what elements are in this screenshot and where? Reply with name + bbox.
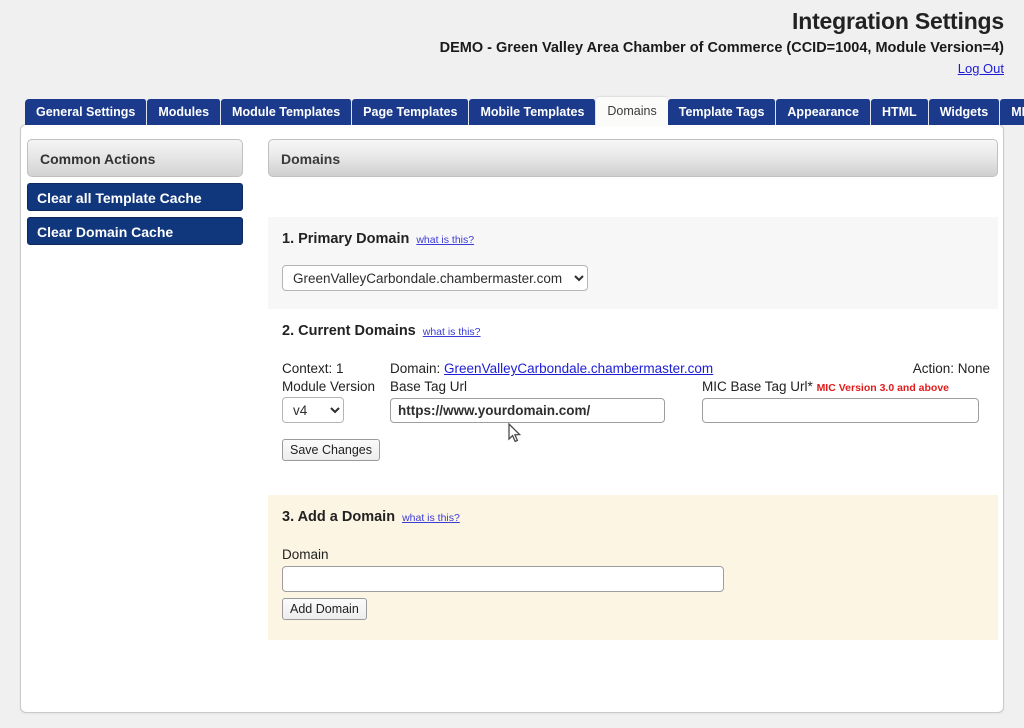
section2-title-row: 2. Current Domains what is this?: [276, 323, 990, 339]
tab-widgets[interactable]: Widgets: [928, 99, 1001, 125]
main-panel: Common Actions Clear all Template Cache C…: [20, 124, 1004, 713]
module-version-label: Module Version: [282, 379, 376, 394]
tab-template-tags[interactable]: Template Tags: [667, 99, 777, 125]
action-status-label: Action: None: [912, 361, 990, 376]
base-tag-url-field: [390, 397, 702, 423]
section3-title: 3. Add a Domain: [282, 509, 396, 525]
add-domain-input[interactable]: [282, 566, 724, 592]
domain-cell: Domain: GreenValleyCarbondale.chambermas…: [390, 361, 913, 376]
tab-mobile-templates[interactable]: Mobile Templates: [469, 99, 597, 125]
section-primary-domain: 1. Primary Domain what is this? GreenVal…: [268, 217, 998, 309]
section3-what-is-this-link[interactable]: what is this?: [402, 512, 460, 524]
page-title: Integration Settings: [792, 8, 1004, 34]
tab-html[interactable]: HTML: [870, 99, 929, 125]
section2-what-is-this-link[interactable]: what is this?: [423, 326, 481, 338]
current-domain-inputs-row: v4: [276, 397, 990, 423]
section-current-domains: 2. Current Domains what is this? Context…: [268, 309, 998, 479]
tab-appearance[interactable]: Appearance: [776, 99, 871, 125]
section1-field-row: GreenValleyCarbondale.chambermaster.com: [276, 247, 990, 291]
section1-title-row: 1. Primary Domain what is this?: [276, 231, 990, 247]
sidebar-header: Common Actions: [27, 139, 243, 177]
module-version-select[interactable]: v4: [282, 397, 344, 423]
content-panel-header: Domains: [268, 139, 998, 177]
primary-domain-select[interactable]: GreenValleyCarbondale.chambermaster.com: [282, 265, 588, 291]
section-add-domain: 3. Add a Domain what is this? Domain Add…: [268, 495, 998, 640]
tab-module-templates[interactable]: Module Templates: [221, 99, 353, 125]
sidebar-action-clear-all-template-cache[interactable]: Clear all Template Cache: [27, 183, 243, 211]
module-version-field: v4: [282, 397, 390, 423]
tab-domains[interactable]: Domains: [596, 97, 668, 126]
tab-modules[interactable]: Modules: [147, 99, 222, 125]
domain-link[interactable]: GreenValleyCarbondale.chambermaster.com: [444, 361, 713, 376]
add-domain-form: Domain Add Domain: [276, 547, 990, 620]
page-header: Integration Settings DEMO - Green Valley…: [0, 0, 1024, 78]
tab-general-settings[interactable]: General Settings: [25, 99, 148, 125]
add-domain-label: Domain: [282, 547, 329, 562]
mic-base-tag-url-input[interactable]: [702, 397, 979, 423]
section1-what-is-this-link[interactable]: what is this?: [416, 234, 474, 246]
page-subtitle: DEMO - Green Valley Area Chamber of Comm…: [439, 40, 1004, 56]
base-tag-url-label: Base Tag Url: [390, 379, 468, 394]
mic-version-note: MIC Version 3.0 and above: [816, 382, 950, 394]
sidebar-action-clear-domain-cache[interactable]: Clear Domain Cache: [27, 217, 243, 245]
section1-title: 1. Primary Domain: [282, 231, 410, 247]
current-domain-field-labels-row: Module Version Base Tag Url MIC Base Tag…: [276, 379, 990, 394]
section3-title-row: 3. Add a Domain what is this?: [276, 509, 990, 525]
content-column: Domains 1. Primary Domain what is this? …: [268, 139, 998, 640]
tab-page-templates[interactable]: Page Templates: [352, 99, 470, 125]
section2-title: 2. Current Domains: [282, 323, 416, 339]
current-domain-summary-row: Context: 1 Domain: GreenValleyCarbondale…: [276, 361, 990, 376]
sidebar-action-list: Clear all Template Cache Clear Domain Cac…: [27, 183, 243, 245]
context-label: Context: 1: [282, 361, 344, 376]
logout-row: Log Out: [0, 60, 1004, 78]
mic-base-tag-url-label-cell: MIC Base Tag Url* MIC Version 3.0 and ab…: [702, 379, 990, 394]
base-tag-url-input[interactable]: [390, 397, 665, 423]
domain-prefix-label: Domain:: [390, 361, 441, 376]
add-domain-button[interactable]: Add Domain: [282, 598, 367, 620]
tab-mic[interactable]: MIC: [1000, 99, 1024, 125]
log-out-link[interactable]: Log Out: [958, 61, 1004, 76]
sidebar: Common Actions Clear all Template Cache C…: [27, 139, 243, 245]
tab-bar: General Settings Modules Module Templates P…: [25, 97, 1024, 126]
save-changes-button[interactable]: Save Changes: [282, 439, 381, 461]
mic-base-tag-url-label: MIC Base Tag Url*: [702, 379, 813, 394]
mic-base-tag-url-field: [702, 397, 979, 423]
